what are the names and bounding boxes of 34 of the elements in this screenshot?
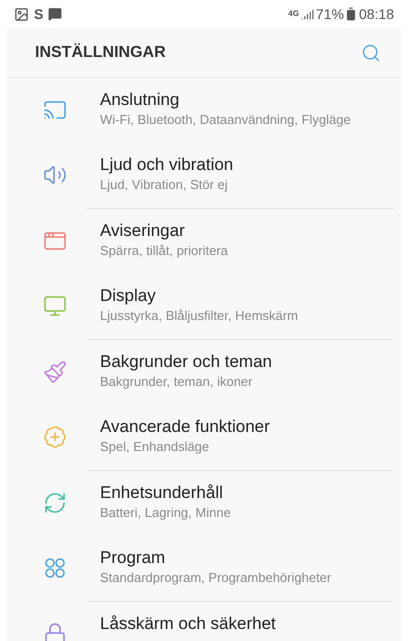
settings-item[interactable]: Låsskärm och säkerhet [7,602,401,641]
item-subtitle: Ljud, Vibration, Stör ej [100,176,229,193]
clock: 08:18 [358,4,394,24]
message-icon [48,7,62,21]
network-type: 4G [288,8,299,20]
item-title: Enhetsunderhåll [100,482,224,504]
item-title: Anslutning [100,89,180,111]
signal-icon [300,8,314,20]
item-subtitle: Spel, Enhandsläge [100,438,210,455]
settings-item[interactable]: Anslutning Wi-Fi, Bluetooth, Dataanvändning, Flygläge [7,78,394,143]
item-subtitle: Spärra, tillåt, prioritera [100,242,228,259]
page-title: INSTÄLLNINGAR [35,42,167,62]
item-title: Program [100,547,166,569]
image-icon [14,6,29,22]
settings-item[interactable]: Program Standardprogram, Programbehörigheter [7,536,394,601]
item-subtitle: Standardprogram, Programbehörigheter [100,569,332,586]
item-title: Aviseringar [100,220,186,242]
item-subtitle: Wi-Fi, Bluetooth, Dataanvändning, Flygläge [100,111,351,128]
battery-percent: 71% [316,4,344,24]
item-subtitle: Bakgrunder, teman, ikoner [100,373,254,390]
settings-item[interactable]: Ljud och vibration Ljud, Vibration, Stör ej [7,143,394,208]
settings-item[interactable]: Aviseringar Spärra, tillåt, prioritera [7,209,394,274]
item-subtitle: Batteri, Lagring, Minne [100,504,231,521]
item-title: Avancerade funktioner [100,416,270,438]
settings-item[interactable]: Display Ljusstyrka, Blåljusfilter, Hemskärm [7,274,394,339]
item-title: Bakgrunder och teman [100,351,272,373]
app-letter: S [34,4,44,24]
settings-item[interactable]: Avancerade funktioner Spel, Enhandsläge [7,405,394,470]
item-title: Display [100,285,157,307]
settings-item[interactable]: Enhetsunderhåll Batteri, Lagring, Minne [7,471,394,536]
item-title: Låsskärm och säkerhet [100,613,276,635]
item-title: Ljud och vibration [100,154,234,176]
item-subtitle: Ljusstyrka, Blåljusfilter, Hemskärm [100,307,298,324]
settings-item[interactable]: Bakgrunder och teman Bakgrunder, teman, ikoner [7,340,394,405]
